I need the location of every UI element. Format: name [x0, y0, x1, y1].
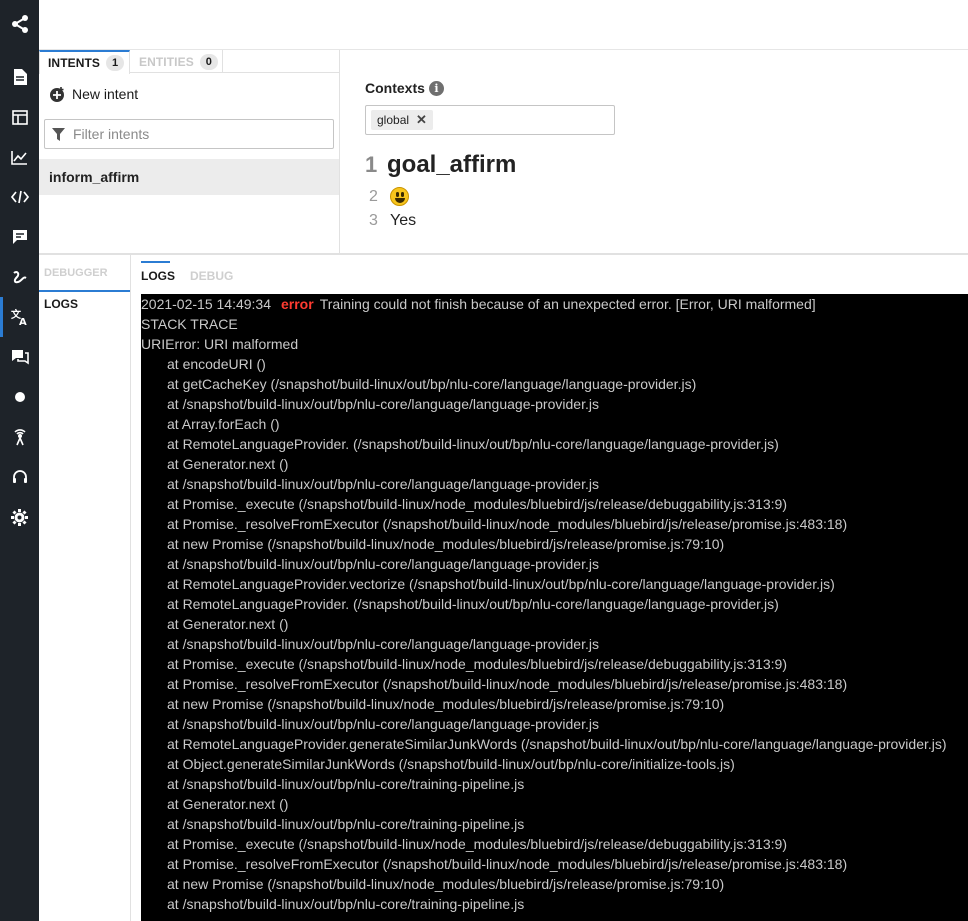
top-header [39, 0, 968, 50]
entities-count-badge: 0 [199, 53, 218, 70]
context-tag-label: global [377, 113, 410, 127]
chat-icon[interactable] [0, 217, 39, 257]
icon-rail: 文A [0, 0, 39, 921]
contexts-input[interactable]: global ✕ [365, 105, 615, 135]
document-icon[interactable] [0, 57, 39, 97]
stack-trace-line: at new Promise (/snapshot/build-linux/no… [167, 696, 725, 712]
contexts-label: Contexts [365, 80, 425, 96]
tab-logs[interactable]: LOGS [141, 261, 176, 283]
flow-icon[interactable] [0, 257, 39, 297]
stack-trace-line: at RemoteLanguageProvider. (/snapshot/bu… [167, 596, 779, 612]
stack-trace-line: at new Promise (/snapshot/build-linux/no… [167, 876, 725, 892]
stack-trace-line: at RemoteLanguageProvider. (/snapshot/bu… [167, 436, 779, 452]
error-name-line: URIError: URI malformed [141, 336, 299, 352]
tab-entities-label: ENTITIES [139, 54, 194, 69]
headset-icon[interactable] [0, 457, 39, 497]
grinning-emoji-icon [390, 187, 409, 206]
stack-trace-line: at /snapshot/build-linux/out/bp/nlu-core… [167, 396, 599, 412]
dot-icon[interactable] [0, 377, 39, 417]
new-intent-button[interactable]: New intent [49, 84, 138, 104]
intent-title: goal_affirm [387, 151, 517, 178]
share-icon[interactable] [0, 4, 39, 44]
tab-entities[interactable]: ENTITIES 0 [131, 50, 223, 73]
stack-trace-line: at Generator.next () [167, 456, 289, 472]
broadcast-icon[interactable] [0, 417, 39, 457]
contexts-heading: Contexts i [365, 80, 444, 96]
utterance-line-3[interactable]: 3 Yes [365, 212, 416, 230]
utterance-text: Yes [390, 212, 417, 229]
debugger-tab-underline [39, 290, 130, 292]
stack-trace-line: at /snapshot/build-linux/out/bp/nlu-core… [167, 776, 525, 792]
logs-side-item[interactable]: LOGS [44, 297, 78, 311]
intent-list-item[interactable]: inform_affirm [39, 159, 339, 195]
code-icon[interactable] [0, 177, 39, 217]
intent-list-item-label: inform_affirm [49, 169, 140, 185]
line-number: 2 [369, 187, 378, 205]
filter-icon [52, 127, 65, 141]
stack-trace-line: at /snapshot/build-linux/out/bp/nlu-core… [167, 476, 599, 492]
stack-trace-line: at /snapshot/build-linux/out/bp/nlu-core… [167, 636, 599, 652]
log-tabs: LOGS DEBUG [131, 255, 968, 294]
log-console[interactable]: 2021-02-15 14:49:34 error Training could n… [141, 294, 968, 921]
context-tag: global ✕ [371, 110, 433, 130]
intents-count-badge: 1 [106, 55, 125, 71]
stack-trace-header: STACK TRACE [141, 316, 238, 332]
stack-trace-line: at new Promise (/snapshot/build-linux/no… [167, 536, 725, 552]
stack-trace-line: at /snapshot/build-linux/out/bp/nlu-core… [167, 896, 525, 912]
tab-debug[interactable]: DEBUG [190, 269, 233, 283]
stack-trace-line: at Generator.next () [167, 796, 289, 812]
svg-text:A: A [19, 317, 27, 326]
add-intent-icon [50, 86, 64, 102]
stack-trace-line: at Array.forEach () [167, 416, 280, 432]
utterance-line-1[interactable]: 1 goal_affirm [365, 151, 516, 179]
filter-intents-field [44, 119, 334, 149]
tab-intents[interactable]: INTENTS 1 [39, 50, 130, 74]
chart-icon[interactable] [0, 137, 39, 177]
stack-trace-line: at Promise._resolveFromExecutor (/snapsh… [167, 856, 848, 872]
translate-icon[interactable]: 文A [0, 297, 39, 337]
stack-trace-line: at Object.generateSimilarJunkWords (/sna… [167, 756, 735, 772]
stack-trace-line: at encodeURI () [167, 356, 266, 372]
tab-logs-underline [141, 261, 170, 263]
stack-trace-line: at Promise._execute (/snapshot/build-lin… [167, 656, 787, 672]
layout-icon[interactable] [0, 97, 39, 137]
settings-icon[interactable] [0, 497, 39, 537]
debugger-sidebar: DEBUGGER LOGS [39, 255, 131, 921]
line-number: 3 [369, 212, 378, 229]
stack-trace-line: at getCacheKey (/snapshot/build-linux/ou… [167, 376, 697, 392]
stack-trace-line: at Promise._execute (/snapshot/build-lin… [167, 496, 787, 512]
intent-editor: Contexts i global ✕ 1 goal_affirm 2 3 Ye… [341, 50, 968, 253]
stack-trace-line: at /snapshot/build-linux/out/bp/nlu-core… [167, 716, 599, 732]
log-entry: 2021-02-15 14:49:34 error Training could n… [141, 294, 816, 314]
tab-intents-label: INTENTS [48, 56, 101, 70]
stack-trace-line: at Promise._resolveFromExecutor (/snapsh… [167, 516, 848, 532]
remove-context-icon[interactable]: ✕ [416, 112, 427, 128]
utterance-line-2[interactable]: 2 [365, 187, 409, 206]
stack-trace-line: at Promise._execute (/snapshot/build-lin… [167, 836, 787, 852]
log-level: error [281, 296, 314, 312]
stack-trace-line: at RemoteLanguageProvider.vectorize (/sn… [167, 576, 835, 592]
stack-trace-line: at /snapshot/build-linux/out/bp/nlu-core… [167, 816, 525, 832]
conversation-icon[interactable] [0, 337, 39, 377]
new-intent-label: New intent [72, 86, 139, 102]
app: 文A INTENTS 1 ENTITIES 0 New intent Filte… [0, 0, 968, 921]
log-timestamp: 2021-02-15 14:49:34 [141, 296, 271, 312]
log-message: Training could not finish because of an … [319, 296, 816, 312]
line-number: 1 [365, 152, 378, 177]
tab-logs-label: LOGS [141, 269, 176, 283]
stack-trace-line: at Generator.next () [167, 616, 289, 632]
stack-trace-line: at /snapshot/build-linux/out/bp/nlu-core… [167, 556, 599, 572]
stack-trace-line: at RemoteLanguageProvider.generateSimila… [167, 736, 947, 752]
debugger-tab[interactable]: DEBUGGER [44, 267, 108, 279]
info-icon[interactable]: i [428, 80, 444, 96]
filter-intents-input[interactable] [73, 126, 323, 142]
intent-entity-tabs: INTENTS 1 ENTITIES 0 [39, 50, 340, 74]
intent-panel: INTENTS 1 ENTITIES 0 New intent inform_a… [39, 50, 340, 253]
stack-trace-line: at Promise._resolveFromExecutor (/snapsh… [167, 676, 848, 692]
